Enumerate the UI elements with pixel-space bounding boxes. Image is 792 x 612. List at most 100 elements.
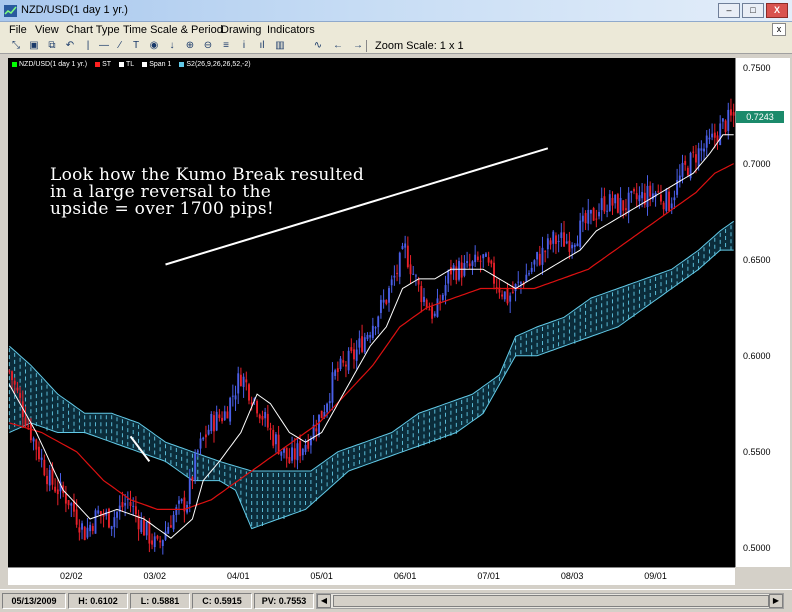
candle-down (11, 371, 13, 381)
candle-up (264, 412, 267, 419)
candle-down (83, 526, 86, 541)
candlestick-icon[interactable]: ▥ (273, 39, 287, 53)
scroll-left-icon[interactable]: ← (331, 39, 345, 53)
candle-down (38, 446, 40, 460)
candle-down (660, 194, 662, 202)
undo-icon[interactable]: ↶ (63, 39, 77, 53)
candle-up (398, 252, 401, 277)
candle-down (67, 500, 70, 506)
candle-down (686, 167, 689, 176)
close-chart-icon[interactable]: x (772, 23, 786, 36)
candle-up (541, 247, 544, 265)
candle-up (124, 503, 127, 506)
candle-down (320, 410, 323, 419)
candle-down (544, 251, 547, 253)
candle-down (8, 370, 11, 372)
candle-up (334, 370, 337, 376)
candle-down (396, 272, 399, 274)
y-tick-label: 0.5500 (743, 446, 771, 457)
legend-item: NZD/USD(1 day 1 yr.) (12, 61, 87, 68)
candle-up (452, 265, 455, 272)
menu-time-scale[interactable]: Time Scale & Period (123, 24, 223, 36)
y-tick-label: 0.6000 (743, 350, 771, 361)
legend-label: Span 1 (149, 61, 172, 68)
menu-indicators[interactable]: Indicators (267, 24, 315, 36)
line-chart-icon[interactable]: ∿ (311, 39, 325, 53)
chart-plot-area[interactable]: NZD/USD(1 day 1 yr.) ST TL Span 1 S2(26,9,26… (8, 58, 735, 567)
candle-down (19, 393, 22, 398)
menu-file[interactable]: File (9, 24, 27, 36)
horizontal-scrollbar[interactable]: ◀ ▶ (316, 593, 784, 609)
candle-down (336, 368, 339, 373)
candle-up (132, 505, 135, 507)
legend-label: S2(26,9,26,26,52,-2) (186, 61, 251, 68)
minimize-button[interactable]: – (718, 3, 740, 18)
candle-down (361, 336, 364, 352)
scroll-thumb[interactable] (333, 595, 769, 607)
candle-up (703, 148, 705, 152)
candle-up (196, 450, 199, 453)
candle-up (97, 510, 100, 514)
zoom-fit-icon[interactable]: ⤡ (9, 39, 23, 53)
candle-up (274, 434, 277, 445)
candle-up (665, 189, 668, 211)
menu-bar: File View Chart Type Time Scale & Period… (0, 22, 792, 38)
scroll-left-button[interactable]: ◀ (317, 594, 331, 608)
menu-chart-type[interactable]: Chart Type (66, 24, 120, 36)
candle-down (24, 417, 27, 426)
candle-down (250, 402, 253, 405)
candle-up (164, 531, 167, 540)
histogram-icon[interactable]: ıl (255, 39, 269, 53)
toolbar: Zoom Scale: 1 x 1 ⤡ ▣ ⧉ ↶ | — ∕ T ◉ ↓ ⊕ ⊖ ≡ i ıl ▥ ∿ ← → (0, 38, 792, 54)
candle-down (555, 235, 557, 244)
status-low: L: 0.5881 (130, 593, 190, 609)
circle-icon[interactable]: ◉ (147, 39, 161, 53)
legend-item: Span 1 (142, 61, 171, 68)
candle-up (379, 299, 382, 313)
info-icon[interactable]: i (237, 39, 251, 53)
candle-down (506, 287, 509, 304)
candle-down (479, 260, 482, 262)
candle-down (134, 506, 137, 515)
scroll-right-button[interactable]: ▶ (769, 594, 783, 608)
candle-down (13, 380, 16, 385)
candle-up (721, 118, 724, 122)
trend-line-icon[interactable]: ∕ (113, 39, 127, 53)
status-close: C: 0.5915 (192, 593, 252, 609)
candle-up (401, 245, 404, 250)
candle-up (202, 437, 205, 440)
scroll-right-icon[interactable]: → (351, 39, 365, 53)
candle-up (110, 526, 113, 530)
toolbar-separator (366, 40, 367, 52)
bar-chart-icon[interactable]: ≡ (219, 39, 233, 53)
vertical-line-icon[interactable]: | (81, 39, 95, 53)
arrow-down-icon[interactable]: ↓ (165, 39, 179, 53)
candle-down (56, 489, 59, 495)
copy-icon[interactable]: ⧉ (45, 39, 59, 53)
print-icon[interactable]: ▣ (27, 39, 41, 53)
status-date: 05/13/2009 (2, 593, 66, 609)
menu-drawing[interactable]: Drawing (221, 24, 261, 36)
text-icon[interactable]: T (129, 39, 143, 53)
candle-down (35, 439, 38, 450)
title-bar: NZD/USD(1 day 1 yr.) – □ X (0, 0, 792, 22)
candle-down (695, 154, 697, 163)
candle-down (385, 299, 388, 304)
candle-down (584, 213, 587, 224)
candle-up (172, 514, 175, 530)
candle-up (708, 137, 711, 140)
zoom-in-icon[interactable]: ⊕ (183, 39, 197, 53)
candle-up (223, 411, 226, 420)
candle-down (46, 475, 48, 485)
menu-view[interactable]: View (35, 24, 59, 36)
legend-label: NZD/USD(1 day 1 yr.) (19, 61, 88, 68)
y-tick-label: 0.7500 (743, 62, 771, 73)
horizontal-line-icon[interactable]: — (97, 39, 111, 53)
maximize-button[interactable]: □ (742, 3, 764, 18)
candle-up (404, 243, 407, 248)
app-icon (4, 5, 17, 17)
candle-up (390, 279, 393, 286)
close-button[interactable]: X (766, 3, 788, 18)
zoom-out-icon[interactable]: ⊖ (201, 39, 215, 53)
candle-up (280, 451, 283, 456)
